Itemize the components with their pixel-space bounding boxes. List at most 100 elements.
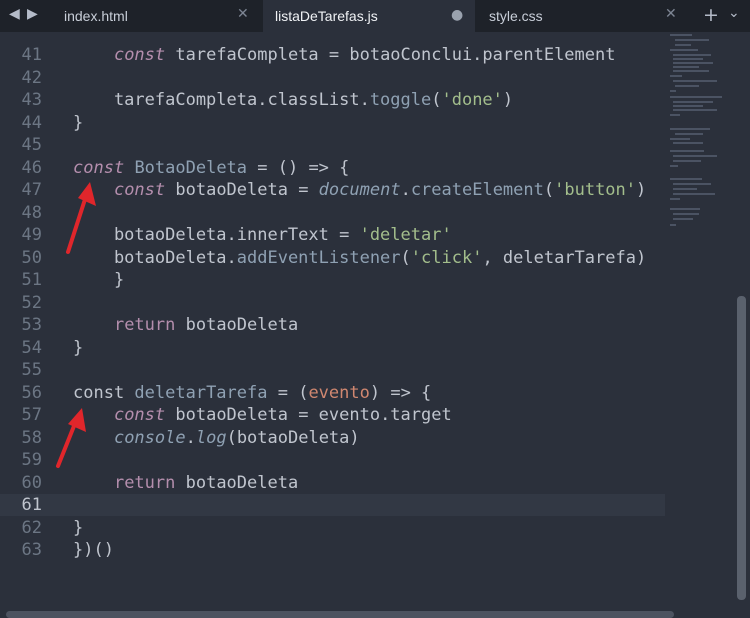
line-number: 49 <box>21 225 42 245</box>
code-token: BotaoDeleta <box>134 157 248 178</box>
horizontal-scrollbar-thumb[interactable] <box>6 611 674 618</box>
code-line[interactable]: 54} <box>0 337 665 359</box>
code-text: } <box>73 112 83 134</box>
code-line[interactable]: 60 return botaoDeleta <box>0 472 665 494</box>
code-token: botaoDeleta <box>175 472 299 493</box>
tab-index-html[interactable]: index.html ✕ <box>50 0 263 32</box>
line-number: 41 <box>21 45 42 65</box>
code-token: return <box>113 472 176 493</box>
forward-arrow-icon[interactable]: ▶ <box>27 6 38 22</box>
code-line[interactable]: 45 <box>0 134 665 156</box>
code-token: botaoDeleta.innerText = <box>73 225 360 245</box>
line-number: 59 <box>21 450 42 470</box>
code-token: 'done' <box>441 90 503 110</box>
code-line[interactable]: 43 tarefaCompleta.classList.toggle('done… <box>0 89 665 111</box>
tab-list-chevron-icon[interactable]: ⌄ <box>728 5 740 21</box>
line-number: 51 <box>21 270 42 290</box>
code-token: toggle <box>369 90 432 110</box>
code-token: const <box>113 45 166 65</box>
code-line[interactable]: 63 })() <box>0 539 665 561</box>
code-token: (botaoDeleta) <box>226 427 360 448</box>
code-token: 'deletar' <box>359 225 452 245</box>
line-number: 61 <box>21 495 42 515</box>
line-number: 50 <box>21 247 42 268</box>
code-text: console.log(botaoDeleta) <box>73 427 360 449</box>
code-token: ) <box>636 180 647 200</box>
code-line[interactable]: 44} <box>0 112 665 134</box>
line-number: 63 <box>21 540 42 560</box>
code-token: 'click' <box>410 247 483 268</box>
code-token: ) => { <box>369 382 432 403</box>
close-tab-icon[interactable]: ✕ <box>665 6 677 22</box>
code-text: botaoDeleta.innerText = 'deletar' <box>73 224 452 246</box>
line-number: 47 <box>21 180 42 200</box>
code-token: tarefaCompleta = botaoConclui.parentElem… <box>165 45 616 65</box>
code-text: } <box>73 337 83 359</box>
line-number: 52 <box>21 292 42 313</box>
code-token: botaoDeleta = <box>165 180 319 200</box>
code-token: log <box>195 427 227 448</box>
code-token: botaoDeleta = evento.target <box>165 405 452 425</box>
tab-label: listaDeTarefas.js <box>275 8 378 24</box>
code-text: const botaoDeleta = evento.target <box>73 404 452 426</box>
tab-label: style.css <box>489 8 543 24</box>
code-text: return botaoDeleta <box>73 472 298 494</box>
line-number: 43 <box>21 90 42 110</box>
code-line[interactable]: 59 <box>0 449 665 471</box>
code-line[interactable]: 58 console.log(botaoDeleta) <box>0 427 665 449</box>
annotation-arrow-icon <box>66 182 96 254</box>
code-token: ( <box>400 247 411 268</box>
code-text: tarefaCompleta.classList.toggle('done') <box>73 89 513 111</box>
code-token: = ( <box>267 382 309 403</box>
code-line[interactable]: 52 <box>0 292 665 314</box>
tab-listadetarefas-js[interactable]: listaDeTarefas.js ● <box>263 0 475 32</box>
code-token: ( <box>543 180 555 200</box>
code-text: const botaoDeleta = document.createEleme… <box>73 179 646 201</box>
code-token: , deletarTarefa) <box>482 247 647 268</box>
line-number: 57 <box>21 405 42 425</box>
vertical-scrollbar-thumb[interactable] <box>737 296 746 600</box>
line-number: 60 <box>21 472 42 493</box>
code-editor[interactable]: 41 const tarefaCompleta = botaoConclui.p… <box>0 32 665 610</box>
tab-style-css[interactable]: style.css ✕ <box>475 0 687 32</box>
code-token: tarefaCompleta.classList. <box>73 90 370 110</box>
code-line[interactable]: 41 const tarefaCompleta = botaoConclui.p… <box>0 44 665 66</box>
tab-bar: ◀ ▶ index.html ✕ listaDeTarefas.js ● sty… <box>0 0 750 32</box>
line-number: 53 <box>21 315 42 335</box>
code-line[interactable]: 42 <box>0 67 665 89</box>
code-token: . <box>400 180 411 200</box>
line-number: 55 <box>21 360 42 380</box>
new-tab-plus-icon[interactable]: + <box>703 4 719 26</box>
code-token: const <box>113 180 166 200</box>
code-token: })() <box>73 540 114 560</box>
code-line[interactable]: 53 return botaoDeleta <box>0 314 665 336</box>
code-token: document <box>318 180 401 200</box>
back-arrow-icon[interactable]: ◀ <box>9 6 20 22</box>
code-text: const tarefaCompleta = botaoConclui.pare… <box>73 44 616 66</box>
line-number: 56 <box>21 382 42 403</box>
code-token: addEventListener <box>236 247 401 268</box>
code-text: const deletarTarefa = (evento) => { <box>73 382 431 404</box>
code-token: createElement <box>410 180 544 200</box>
code-line[interactable]: 51 } <box>0 269 665 291</box>
code-token: botaoDeleta <box>175 315 299 335</box>
code-token: 'button' <box>554 180 637 200</box>
code-line[interactable]: 61 <box>0 494 665 516</box>
code-token: = () => { <box>247 157 350 178</box>
code-token: } <box>73 517 84 538</box>
tab-label: index.html <box>64 8 128 24</box>
close-tab-icon[interactable]: ✕ <box>237 6 249 22</box>
code-line[interactable]: 57 const botaoDeleta = evento.target <box>0 404 665 426</box>
code-line[interactable]: 56 const deletarTarefa = (evento) => { <box>0 382 665 404</box>
code-token: ( <box>431 90 442 110</box>
code-line[interactable]: 62} <box>0 517 665 539</box>
code-token: const <box>113 405 166 425</box>
code-line[interactable]: 55 <box>0 359 665 381</box>
minimap[interactable] <box>665 32 750 610</box>
code-token: } <box>73 112 84 133</box>
code-text: botaoDeleta.addEventListener('click', de… <box>73 247 646 269</box>
unsaved-dot-icon[interactable]: ● <box>451 7 463 23</box>
